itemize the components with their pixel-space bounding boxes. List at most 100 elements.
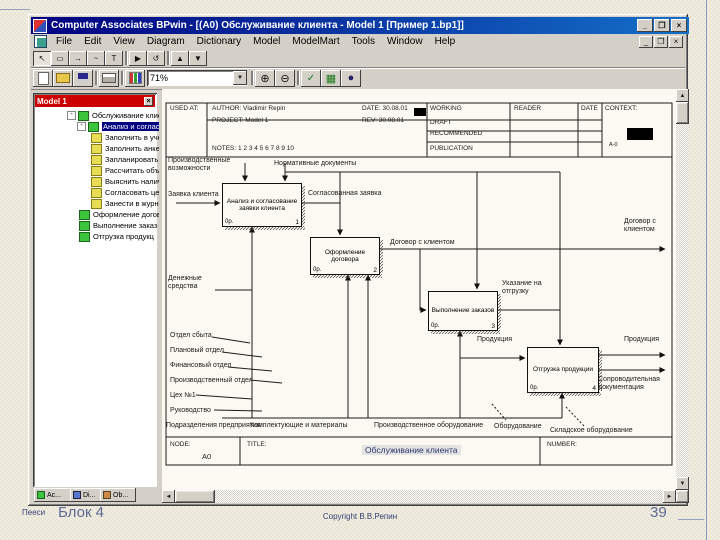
arrow-label-workshop[interactable]: Цех №1 bbox=[170, 392, 196, 400]
scroll-left-icon[interactable]: ◄ bbox=[162, 490, 175, 503]
menu-tools[interactable]: Tools bbox=[346, 35, 381, 48]
arrow-label-management[interactable]: Руководство bbox=[170, 407, 211, 415]
scroll-up-icon[interactable]: ▲ bbox=[676, 89, 689, 102]
modelmart-globe-icon[interactable]: ● bbox=[341, 69, 361, 87]
arrow-label-planning-dept[interactable]: Плановый отдел bbox=[170, 347, 224, 355]
kit-reader: READER bbox=[514, 105, 542, 112]
activity-box-1[interactable]: Анализ и согласование заявки клиента 0р.… bbox=[222, 183, 302, 227]
horizontal-scrollbar[interactable]: ◄ ► bbox=[162, 490, 676, 503]
zoom-out-icon[interactable]: ⊖ bbox=[275, 69, 295, 87]
undo-icon[interactable]: ↺ bbox=[147, 50, 165, 66]
zoom-select[interactable]: 71% ▼ bbox=[147, 70, 247, 86]
arrow-label-production-dept[interactable]: Производственный отдел bbox=[170, 377, 253, 385]
activity-box-4[interactable]: Отгрузка продукции 0р. 4 bbox=[527, 347, 599, 393]
arrow-label-contract[interactable]: Договор с клиентом bbox=[390, 239, 455, 247]
arrow-label-production-capabilities[interactable]: Производственные возможности bbox=[168, 157, 232, 172]
zoom-dropdown-arrow-icon[interactable]: ▼ bbox=[233, 71, 247, 85]
expander-icon[interactable]: - bbox=[77, 122, 86, 131]
tab-activities[interactable]: Ac... bbox=[34, 488, 74, 502]
arrow-label-departments[interactable]: Подразделения предприятия bbox=[166, 422, 261, 430]
zoom-in-icon[interactable]: ⊕ bbox=[255, 69, 275, 87]
spellcheck-icon[interactable]: ✓ bbox=[301, 69, 321, 87]
menu-file[interactable]: File bbox=[50, 35, 78, 48]
menu-modelmart[interactable]: ModelMart bbox=[286, 35, 345, 48]
horizontal-scroll-thumb[interactable] bbox=[175, 490, 215, 503]
arrow-tool-icon[interactable]: → bbox=[69, 50, 87, 66]
activity-icon bbox=[91, 165, 102, 176]
kit-working: WORKING bbox=[430, 105, 462, 112]
arrow-label-accompanying-docs[interactable]: Сопроводительная документация bbox=[598, 376, 670, 391]
toolbar-separator bbox=[125, 51, 127, 65]
activity-icon bbox=[91, 132, 102, 143]
text-tool-icon[interactable]: T bbox=[105, 50, 123, 66]
dictionary-table-icon[interactable]: ▦ bbox=[321, 69, 341, 87]
activity-cost: 0р. bbox=[530, 385, 539, 392]
go-child-icon[interactable]: ▼ bbox=[189, 50, 207, 66]
menu-model[interactable]: Model bbox=[247, 35, 286, 48]
expander-icon[interactable]: - bbox=[67, 111, 76, 120]
kit-notes: NOTES: 1 2 3 4 5 6 7 8 9 10 bbox=[212, 145, 295, 152]
diagram-canvas[interactable]: USED AT: AUTHOR: Vladimir Repin DATE: 30… bbox=[162, 89, 676, 490]
squiggle-tool-icon[interactable]: ~ bbox=[87, 50, 105, 66]
arrow-label-agreed-request[interactable]: Согласованная заявка bbox=[308, 190, 381, 198]
menu-diagram[interactable]: Diagram bbox=[141, 35, 191, 48]
arrow-label-client-request[interactable]: Заявка клиента bbox=[168, 191, 219, 199]
arrow-label-contract-right[interactable]: Договор с клиентом bbox=[624, 218, 670, 233]
vertical-scroll-thumb[interactable] bbox=[676, 102, 689, 124]
open-icon[interactable] bbox=[53, 69, 73, 87]
slide-right-rule bbox=[706, 0, 707, 540]
context-thumbnail bbox=[627, 128, 653, 140]
menu-help[interactable]: Help bbox=[429, 35, 462, 48]
save-icon[interactable] bbox=[73, 69, 93, 87]
arrow-label-warehouse-equipment[interactable]: Складское оборудование bbox=[550, 427, 633, 435]
arrow-label-finance-dept[interactable]: Финансовый отдел bbox=[170, 362, 231, 370]
menu-dictionary[interactable]: Dictionary bbox=[191, 35, 247, 48]
diagram-icon[interactable] bbox=[34, 35, 47, 48]
tab-objects[interactable]: Ob... bbox=[100, 488, 136, 502]
toolbar-separator bbox=[121, 71, 123, 85]
menu-window[interactable]: Window bbox=[381, 35, 429, 48]
arrow-label-money[interactable]: Денежные средства bbox=[168, 275, 210, 290]
explorer-close-icon[interactable]: × bbox=[144, 96, 153, 106]
pointer-tool-icon[interactable]: ↖ bbox=[33, 50, 51, 66]
arrow-label-normative-docs[interactable]: Нормативные документы bbox=[274, 160, 356, 168]
scroll-down-icon[interactable]: ▼ bbox=[676, 477, 689, 490]
kit-rev: REV: 30.08.01 bbox=[362, 117, 405, 124]
arrow-label-products-right[interactable]: Продукция bbox=[624, 336, 659, 344]
kit-publication: PUBLICATION bbox=[430, 145, 473, 152]
close-button[interactable]: × bbox=[671, 19, 687, 32]
arrow-label-sales-dept[interactable]: Отдел сбыта bbox=[170, 332, 212, 340]
menu-edit[interactable]: Edit bbox=[78, 35, 107, 48]
vertical-scrollbar[interactable]: ▲ ▼ bbox=[676, 89, 689, 490]
activity-box-3[interactable]: Выполнение заказов 0р. 3 bbox=[428, 291, 498, 331]
activity-name: Анализ и согласование заявки клиента bbox=[226, 197, 298, 212]
kit-context-node: A-0 bbox=[609, 142, 618, 148]
menu-view[interactable]: View bbox=[107, 35, 141, 48]
arrow-label-equipment[interactable]: Оборудование bbox=[494, 423, 542, 431]
footer-page-number: 39 bbox=[650, 504, 667, 521]
activity-box-tool-icon[interactable]: ▭ bbox=[51, 50, 69, 66]
arrow-label-products-mid[interactable]: Продукция bbox=[477, 336, 512, 344]
mdi-minimize-button[interactable]: _ bbox=[639, 35, 653, 48]
tab-label: Ob... bbox=[113, 491, 129, 499]
new-icon[interactable] bbox=[33, 69, 53, 87]
kit-project: PROJECT: Model 1 bbox=[212, 117, 269, 124]
mdi-close-button[interactable]: × bbox=[669, 35, 683, 48]
activity-icon bbox=[79, 231, 90, 242]
activity-number: 2 bbox=[373, 266, 377, 274]
tab-diagrams[interactable]: Di... bbox=[70, 488, 104, 502]
title-bar[interactable]: Computer Associates BPwin - [(A0) Обслуж… bbox=[31, 17, 689, 34]
minimize-button[interactable]: _ bbox=[637, 19, 653, 32]
restore-button[interactable]: ❐ bbox=[654, 19, 670, 32]
go-parent-icon[interactable]: ▲ bbox=[171, 50, 189, 66]
arrow-label-shipping-instruction[interactable]: Указание на отгрузку bbox=[502, 280, 548, 295]
print-icon[interactable] bbox=[99, 69, 119, 87]
arrow-label-materials[interactable]: Комплектующие и материалы bbox=[250, 422, 347, 430]
activity-box-2[interactable]: Оформление договора 0р. 2 bbox=[310, 237, 380, 275]
drilldown-icon[interactable]: ▶ bbox=[129, 50, 147, 66]
arrow-label-production-equipment[interactable]: Производственное оборудование bbox=[374, 422, 483, 430]
mdi-restore-button[interactable]: ❐ bbox=[654, 35, 668, 48]
report-chart-icon[interactable] bbox=[125, 69, 145, 87]
explorer-header[interactable]: Model 1 × bbox=[35, 95, 155, 107]
scroll-right-icon[interactable]: ► bbox=[663, 490, 676, 503]
